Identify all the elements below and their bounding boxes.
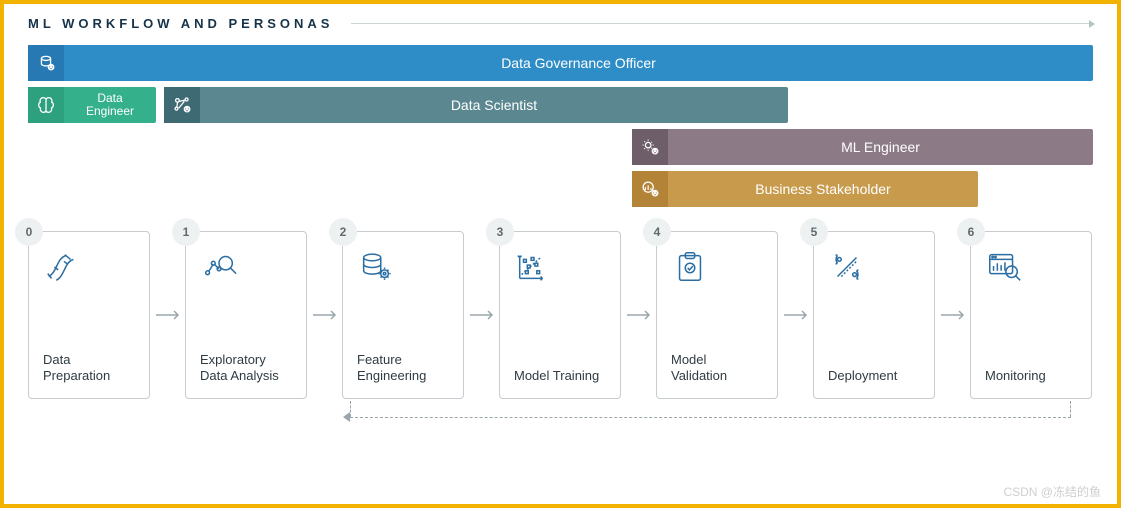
step-label: Exploratory Data Analysis <box>200 352 292 385</box>
step-label: Data Preparation <box>43 352 135 385</box>
workflow-steps: 0 Data Preparation 1 Exploratory Data An… <box>28 231 1093 399</box>
pipe-icon <box>43 248 81 286</box>
feedback-line <box>1070 401 1071 417</box>
feedback-line <box>350 417 1071 418</box>
personas-section: Data Governance Officer Data Engineer Da… <box>28 45 1093 207</box>
title-rule-arrow <box>351 23 1093 24</box>
step-exploratory-data-analysis: 1 Exploratory Data Analysis <box>185 231 307 399</box>
diagram-title: ML WORKFLOW AND PERSONAS <box>28 16 333 31</box>
persona-governance-label: Data Governance Officer <box>64 55 1093 71</box>
monitor-lens-icon <box>985 248 1023 286</box>
step-badge: 5 <box>800 218 828 246</box>
step-model-validation: 4 Model Validation <box>656 231 778 399</box>
step-label: Feature Engineering <box>357 352 449 385</box>
arrow-icon <box>464 231 499 399</box>
step-badge: 1 <box>172 218 200 246</box>
network-user-icon <box>164 87 200 123</box>
arrow-icon <box>778 231 813 399</box>
step-data-preparation: 0 Data Preparation <box>28 231 150 399</box>
chart-user-icon <box>632 171 668 207</box>
step-feature-engineering: 2 Feature Engineering <box>342 231 464 399</box>
brain-icon <box>28 87 64 123</box>
persona-row-governance: Data Governance Officer <box>28 45 1093 81</box>
arrow-icon <box>935 231 970 399</box>
arrow-icon <box>621 231 656 399</box>
persona-data-engineer-label: Data Engineer <box>64 92 156 118</box>
persona-data-scientist: Data Scientist <box>164 87 788 123</box>
step-label: Model Training <box>514 368 606 384</box>
watermark: CSDN @冻结的鱼 <box>1003 483 1101 500</box>
title-row: ML WORKFLOW AND PERSONAS <box>28 16 1093 31</box>
feedback-loop <box>28 407 1093 429</box>
step-badge: 0 <box>15 218 43 246</box>
db-gear-icon <box>357 248 395 286</box>
persona-data-scientist-label: Data Scientist <box>200 97 788 113</box>
persona-data-engineer: Data Engineer <box>28 87 156 123</box>
gear-user-icon <box>632 129 668 165</box>
persona-business-stakeholder-label: Business Stakeholder <box>668 181 978 197</box>
step-label: Deployment <box>828 368 920 384</box>
scatter-lens-icon <box>200 248 238 286</box>
persona-business-stakeholder: Business Stakeholder <box>632 171 978 207</box>
step-badge: 4 <box>643 218 671 246</box>
persona-row-biz: Business Stakeholder <box>28 171 1093 207</box>
diagram-frame: ML WORKFLOW AND PERSONAS Data Governance… <box>0 0 1121 508</box>
shield-db-icon <box>28 45 64 81</box>
train-icon <box>514 248 552 286</box>
step-label: Model Validation <box>671 352 763 385</box>
step-badge: 6 <box>957 218 985 246</box>
persona-row-mle: ML Engineer <box>28 129 1093 165</box>
persona-ml-engineer-label: ML Engineer <box>668 139 1093 155</box>
persona-ml-engineer: ML Engineer <box>632 129 1093 165</box>
persona-row-de-ds: Data Engineer Data Scientist <box>28 87 1093 123</box>
step-monitoring: 6 Monitoring <box>970 231 1092 399</box>
step-badge: 3 <box>486 218 514 246</box>
step-model-training: 3 Model Training <box>499 231 621 399</box>
feedback-line <box>350 401 351 417</box>
clipboard-icon <box>671 248 709 286</box>
arrow-icon <box>150 231 185 399</box>
deploy-icon <box>828 248 866 286</box>
step-label: Monitoring <box>985 368 1077 384</box>
feedback-arrow-icon <box>343 412 350 422</box>
step-deployment: 5 Deployment <box>813 231 935 399</box>
arrow-icon <box>307 231 342 399</box>
step-badge: 2 <box>329 218 357 246</box>
persona-governance-officer: Data Governance Officer <box>28 45 1093 81</box>
